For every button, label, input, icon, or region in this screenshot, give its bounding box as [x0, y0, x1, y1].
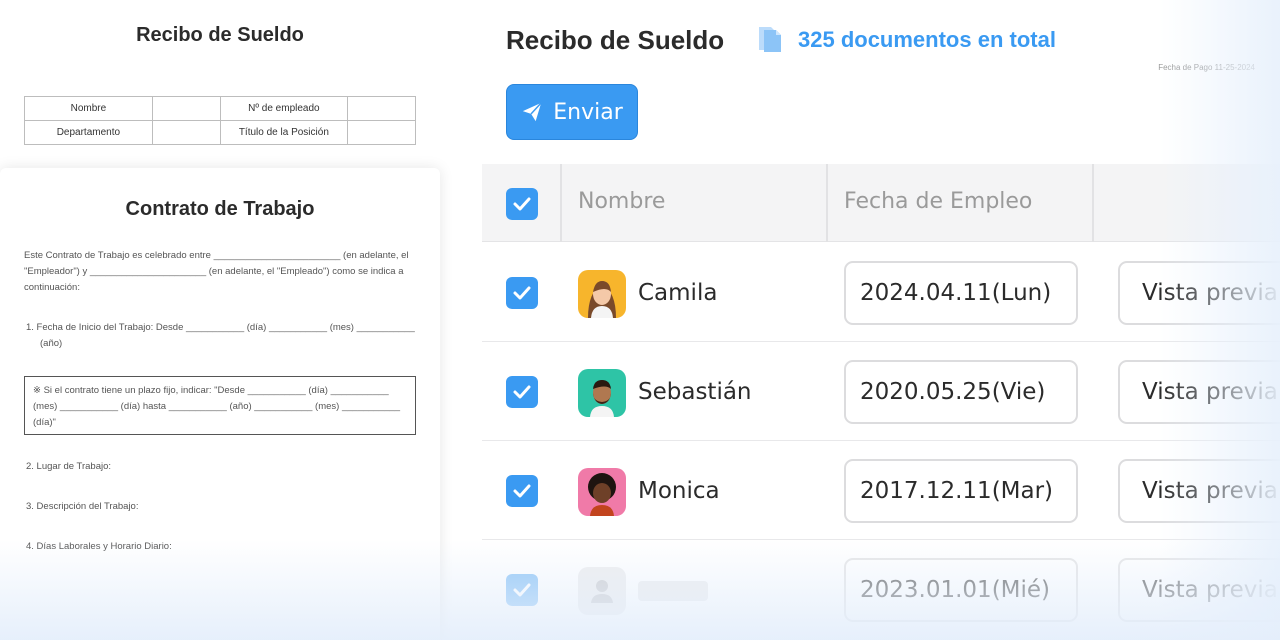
person-photo-icon	[590, 380, 614, 417]
row-divider	[482, 539, 1280, 540]
contract-item-start-date: 1. Fecha de Inicio del Trabajo: Desde __…	[26, 322, 415, 349]
preview-button[interactable]: Vista previa	[1118, 261, 1280, 325]
contract-title: Contrato de Trabajo	[125, 198, 315, 220]
column-divider	[560, 164, 562, 242]
employee-name: Monica	[638, 478, 720, 504]
value-cell	[151, 96, 221, 121]
checkmark-icon	[513, 484, 531, 498]
value-cell	[151, 120, 221, 145]
label-cell: Nº de empleado	[219, 96, 349, 121]
contract-item-description: 3. Descripción del Trabajo:	[26, 501, 139, 512]
contract-document: Contrato de Trabajo Este Contrato de Tra…	[0, 168, 440, 640]
person-photo-icon	[588, 281, 616, 318]
contract-item-workplace: 2. Lugar de Trabajo:	[26, 461, 112, 472]
value-cell	[347, 120, 416, 145]
select-all-checkbox[interactable]	[506, 188, 538, 220]
column-divider	[826, 164, 828, 242]
paper-plane-icon	[523, 102, 542, 122]
document-count: 325 documentos en total	[798, 27, 1056, 52]
payslip-title: Recibo de Sueldo	[136, 24, 304, 46]
column-header-name[interactable]: Nombre	[578, 189, 665, 214]
checkmark-icon	[513, 385, 531, 399]
label-cell: Título de la Posición	[219, 120, 349, 145]
pay-date: Fecha de Pago 11-25-2024	[1158, 63, 1255, 72]
row-checkbox[interactable]	[506, 376, 538, 408]
send-button[interactable]: Enviar	[506, 84, 638, 140]
employee-name: Sebastián	[638, 379, 752, 405]
contract-item-schedule: 4. Días Laborales y Horario Diario:	[26, 541, 172, 552]
hire-date-field[interactable]: 2023.01.01(Mié)	[844, 558, 1078, 622]
checkmark-icon	[513, 286, 531, 300]
contract-intro: Este Contrato de Trabajo es celebrado en…	[24, 250, 409, 293]
column-divider	[1092, 164, 1094, 242]
name-placeholder	[638, 581, 708, 601]
checkmark-icon	[513, 197, 531, 211]
hire-date-field[interactable]: 2017.12.11(Mar)	[844, 459, 1078, 523]
preview-button[interactable]: Vista previa	[1118, 459, 1280, 523]
page-title: Recibo de Sueldo	[506, 25, 725, 55]
send-label: Enviar	[553, 99, 623, 125]
avatar	[578, 468, 626, 516]
row-divider	[482, 341, 1280, 342]
avatar	[578, 369, 626, 417]
contract-fixed-term-note: ※ Si el contrato tiene un plazo fijo, in…	[24, 376, 416, 435]
column-header-hire-date[interactable]: Fecha de Empleo	[844, 189, 1032, 214]
row-checkbox[interactable]	[506, 475, 538, 507]
user-placeholder-icon	[591, 580, 613, 603]
payslip-info-table: Nombre Nº de empleado Departamento Títul…	[24, 96, 416, 145]
table-row: Departamento Título de la Posición	[24, 120, 416, 145]
row-checkbox[interactable]	[506, 574, 538, 606]
preview-button[interactable]: Vista previa	[1118, 360, 1280, 424]
table-row: Nombre Nº de empleado	[24, 96, 416, 121]
employee-name: Camila	[638, 280, 718, 306]
label-cell: Nombre	[24, 96, 153, 121]
label-cell: Departamento	[24, 120, 153, 145]
value-cell	[347, 96, 416, 121]
hire-date-field[interactable]: 2020.05.25(Vie)	[844, 360, 1078, 424]
row-divider	[482, 440, 1280, 441]
checkmark-icon	[513, 583, 531, 597]
avatar	[578, 270, 626, 318]
avatar-placeholder	[578, 567, 626, 615]
hire-date-field[interactable]: 2024.04.11(Lun)	[844, 261, 1078, 325]
preview-button[interactable]: Vista previa	[1118, 558, 1280, 622]
row-checkbox[interactable]	[506, 277, 538, 309]
person-photo-icon	[588, 473, 616, 516]
document-stack-icon	[759, 27, 781, 52]
